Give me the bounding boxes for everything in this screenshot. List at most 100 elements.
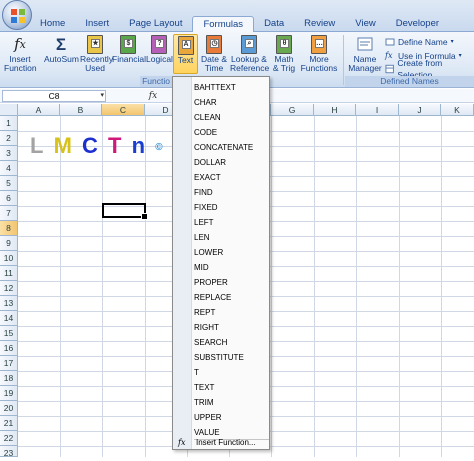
row-header-8[interactable]: 8 (0, 221, 18, 236)
menu-item-rept[interactable]: REPT (194, 305, 269, 320)
create-from-selection-button[interactable]: Create from Selection (385, 58, 474, 80)
menu-item-trim[interactable]: TRIM (194, 395, 269, 410)
name-box[interactable]: C8 ▾ (2, 90, 106, 102)
grid-line (145, 116, 146, 457)
menu-item-dollar[interactable]: DOLLAR (194, 155, 269, 170)
date-time-label: Date & Time (201, 54, 227, 73)
name-box-dropdown-icon[interactable]: ▾ (100, 91, 104, 101)
logical-book-icon: ? (149, 34, 169, 54)
menu-item-clean[interactable]: CLEAN (194, 110, 269, 125)
row-header-12[interactable]: 12 (0, 281, 18, 296)
row-header-4[interactable]: 4 (0, 161, 18, 176)
column-header-h[interactable]: H (314, 104, 356, 116)
word-art-letter-c: C (82, 133, 100, 158)
tab-view[interactable]: View (345, 16, 385, 32)
name-manager-button[interactable]: Name Manager (348, 34, 382, 78)
financial-button[interactable]: $ Financial (112, 34, 146, 78)
row-header-19[interactable]: 19 (0, 386, 18, 401)
insert-function-button[interactable]: fx Insert Function (4, 34, 37, 78)
menu-item-text[interactable]: TEXT (194, 380, 269, 395)
logical-button[interactable]: ? Logical (146, 34, 173, 78)
row-header-2[interactable]: 2 (0, 131, 18, 146)
more-functions-button[interactable]: … More Functions (300, 34, 338, 78)
tab-formulas[interactable]: Formulas (192, 16, 255, 32)
autosum-button[interactable]: Σ AutoSum (44, 34, 79, 78)
column-header-g[interactable]: G (271, 104, 314, 116)
menu-item-exact[interactable]: EXACT (194, 170, 269, 185)
word-art-letter-l: L (30, 133, 46, 158)
menu-item-fixed[interactable]: FIXED (194, 200, 269, 215)
office-logo-icon (11, 9, 25, 23)
row-header-1[interactable]: 1 (0, 116, 18, 131)
fx-icon: fx (14, 34, 26, 53)
row-header-16[interactable]: 16 (0, 341, 18, 356)
tab-developer[interactable]: Developer (386, 16, 449, 32)
row-header-3[interactable]: 3 (0, 146, 18, 161)
menu-item-code[interactable]: CODE (194, 125, 269, 140)
row-header-21[interactable]: 21 (0, 416, 18, 431)
tab-home[interactable]: Home (30, 16, 75, 32)
office-button[interactable] (2, 0, 32, 30)
row-header-9[interactable]: 9 (0, 236, 18, 251)
menu-item-lower[interactable]: LOWER (194, 245, 269, 260)
menu-item-substitute[interactable]: SUBSTITUTE (194, 350, 269, 365)
more-functions-label: More Functions (300, 54, 338, 73)
menu-item-find[interactable]: FIND (194, 185, 269, 200)
row-header-6[interactable]: 6 (0, 191, 18, 206)
row-header-14[interactable]: 14 (0, 311, 18, 326)
copyright-symbol: © (155, 141, 165, 153)
menu-item-right[interactable]: RIGHT (194, 320, 269, 335)
column-header-a[interactable]: A (18, 104, 60, 116)
tab-data[interactable]: Data (254, 16, 294, 32)
menu-item-upper[interactable]: UPPER (194, 410, 269, 425)
row-header-10[interactable]: 10 (0, 251, 18, 266)
column-header-i[interactable]: I (356, 104, 399, 116)
lmctn-word-art: L M C T n © (30, 133, 165, 159)
menu-item-left[interactable]: LEFT (194, 215, 269, 230)
row-header-17[interactable]: 17 (0, 356, 18, 371)
menu-item-t[interactable]: T (194, 365, 269, 380)
recently-used-button[interactable]: ★ Recently Used (80, 34, 113, 78)
row-header-11[interactable]: 11 (0, 266, 18, 281)
tab-review[interactable]: Review (294, 16, 345, 32)
tab-insert[interactable]: Insert (75, 16, 119, 32)
menu-item-search[interactable]: SEARCH (194, 335, 269, 350)
math-trig-label: Math & Trig (272, 54, 296, 73)
column-header-j[interactable]: J (399, 104, 441, 116)
select-all-corner[interactable] (0, 104, 18, 116)
row-header-15[interactable]: 15 (0, 326, 18, 341)
menu-item-replace[interactable]: REPLACE (194, 290, 269, 305)
row-header-13[interactable]: 13 (0, 296, 18, 311)
grid-line (356, 116, 357, 457)
column-header-c[interactable]: C (102, 104, 145, 116)
math-trig-book-icon: θ (274, 34, 294, 54)
row-header-23[interactable]: 23 (0, 446, 18, 458)
date-time-button[interactable]: ◷ Date & Time (200, 34, 228, 78)
row-header-7[interactable]: 7 (0, 206, 18, 221)
define-name-button[interactable]: Define Name ▾ (385, 36, 454, 48)
recently-used-book-icon: ★ (85, 34, 105, 54)
lookup-reference-button[interactable]: ⌕ Lookup & Reference (230, 34, 269, 78)
column-header-b[interactable]: B (60, 104, 102, 116)
sigma-icon: Σ (55, 34, 67, 54)
column-header-k[interactable]: K (441, 104, 474, 116)
text-button[interactable]: A Text (173, 34, 198, 74)
tab-page-layout[interactable]: Page Layout (119, 16, 192, 32)
insert-function-menu-label: Insert Function... (196, 438, 256, 447)
ribbon-tabs: Home Insert Page Layout Formulas Data Re… (30, 16, 449, 32)
row-header-22[interactable]: 22 (0, 431, 18, 446)
menu-item-bahttext[interactable]: BAHTTEXT (194, 80, 269, 95)
formula-bar-fx-button[interactable]: fx (146, 90, 160, 102)
row-header-18[interactable]: 18 (0, 371, 18, 386)
math-trig-button[interactable]: θ Math & Trig (270, 34, 298, 78)
menu-item-char[interactable]: CHAR (194, 95, 269, 110)
menu-item-proper[interactable]: PROPER (194, 275, 269, 290)
row-header-5[interactable]: 5 (0, 176, 18, 191)
row-header-20[interactable]: 20 (0, 401, 18, 416)
selected-cell-c8[interactable] (102, 203, 148, 220)
menu-item-len[interactable]: LEN (194, 230, 269, 245)
menu-item-mid[interactable]: MID (194, 260, 269, 275)
create-from-selection-icon (385, 64, 394, 74)
menu-item-concatenate[interactable]: CONCATENATE (194, 140, 269, 155)
menu-item-insert-function[interactable]: fx Insert Function... (175, 436, 269, 450)
